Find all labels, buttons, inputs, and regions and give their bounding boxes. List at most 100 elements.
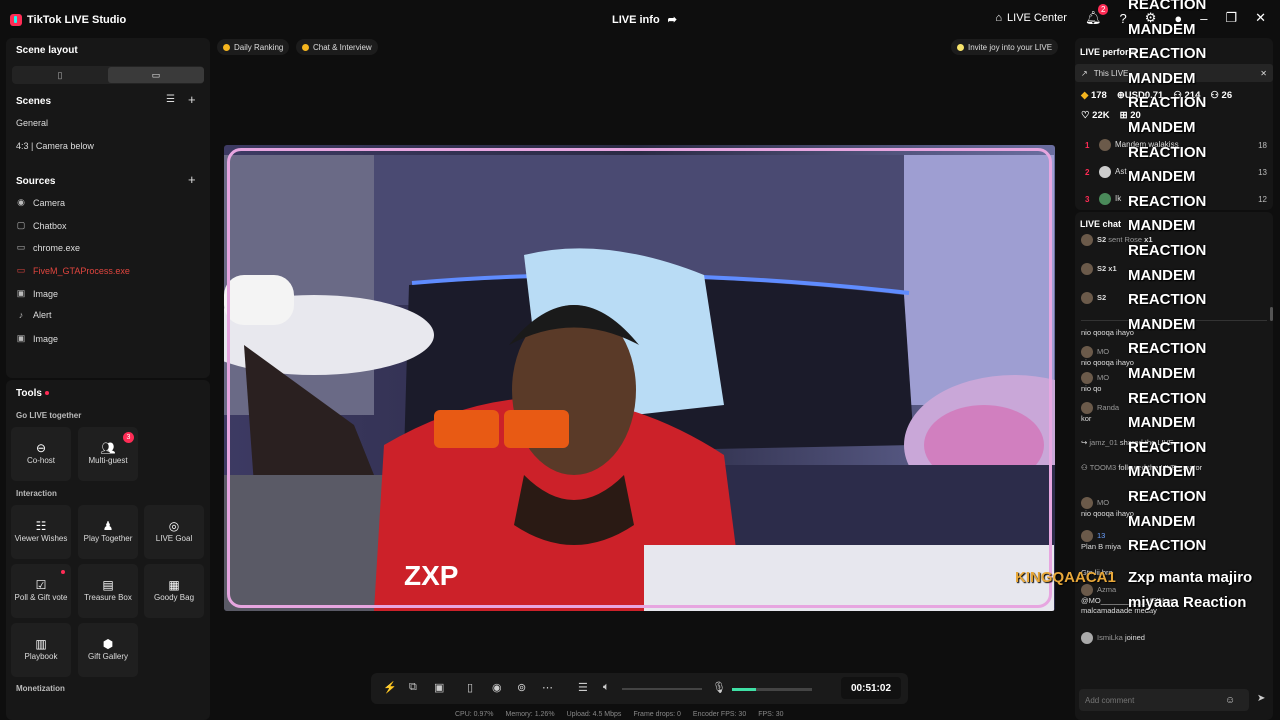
tool-label: Gift Gallery [87,651,128,661]
invite-joy-button[interactable]: Invite joy into your LIVE [951,39,1059,55]
avatar [1081,346,1093,358]
source-label: Camera [33,197,66,208]
duplicate-icon[interactable]: ⧉ [409,681,417,694]
chat-text: nio qo [1081,384,1102,393]
overlay-word: MANDEM [1128,414,1196,432]
coin-icon: ⊕ [1116,90,1125,101]
help-icon[interactable]: ? [1119,11,1126,26]
scene-item[interactable]: General [16,118,48,128]
avatar [1081,372,1093,384]
banner-text: This LIVE [1093,68,1129,78]
emoji-icon[interactable]: ☺ [1225,695,1235,706]
portrait-layout-button[interactable]: ▯ [12,67,108,83]
tool-label: Treasure Box [84,592,132,602]
send-icon[interactable]: ➤ [1257,693,1265,704]
gift-row: S2 x1 [1081,263,1117,275]
cohost-button[interactable]: ⊖ Co-host [11,427,71,481]
scene-item[interactable]: 4:3 | Camera below [16,141,94,151]
chat-text: kor [1081,414,1092,423]
tiktok-logo-icon [10,14,22,26]
live-goal-button[interactable]: ◎ LIVE Goal [144,505,204,559]
chat-text: nio qooqa ihayo [1081,509,1134,518]
live-center-button[interactable]: ⌂ LIVE Center [995,12,1067,24]
chat-message: nio qooqa ihayo [1081,328,1134,337]
overlay-word: REACTION [1128,45,1207,63]
wishes-icon: ☷ [35,518,47,533]
source-item-camera[interactable]: ◉ Camera [16,197,65,208]
restore-icon[interactable]: ❐ [1225,10,1237,26]
close-icon[interactable]: ✕ [1255,10,1266,26]
left-sidebar: Scene layout ▯ ▭ Scenes ☰ + General 4:3 … [0,38,212,720]
likes-value: 22K [1092,110,1110,121]
viewer-wishes-button[interactable]: ☷ Viewer Wishes [11,505,71,559]
chat-user: Azma [1097,584,1117,594]
mic-slider[interactable] [732,688,812,691]
overlay-word: REACTION [1128,94,1207,112]
source-item-image[interactable]: ▣ Image [16,288,58,299]
screen-icon[interactable]: ▣ [434,681,444,694]
tools-dot [45,391,49,395]
chat-scrollbar[interactable] [1270,307,1273,321]
camera-feed-image: ZXP [224,145,1055,611]
source-item-chrome[interactable]: ▭ chrome.exe [16,242,80,253]
avatar [1081,632,1093,644]
comment-input[interactable] [1085,695,1225,705]
source-item-fivem[interactable]: ▭ FiveM_GTAProcess.exe [16,265,130,276]
stream-icon[interactable]: ⊚ [517,681,526,694]
record-icon[interactable]: ◉ [492,681,502,694]
chat-interview-button[interactable]: Chat & Interview [296,39,378,55]
layout-toggle: ▯ ▭ [12,66,204,84]
overlay-word: MANDEM [1128,168,1196,186]
add-source-button[interactable]: + [188,172,196,187]
overlay-word: REACTION [1128,242,1207,259]
landscape-layout-button[interactable]: ▭ [108,67,204,83]
avatar [1081,292,1093,304]
ranking-row[interactable]: Ik [1099,193,1121,205]
daily-ranking-button[interactable]: Daily Ranking [217,39,290,55]
more-icon[interactable]: ⋯ [542,681,553,694]
avatar [1099,166,1111,178]
speaker-icon[interactable]: 🔈︎ [603,681,610,694]
ranking-row[interactable]: Ast [1099,166,1127,178]
source-item-chatbox[interactable]: ▢ Chatbox [16,220,67,231]
live-info-button[interactable]: LIVE info ➦ [612,13,677,27]
diamond-icon: ◆ [1081,90,1089,101]
cohost-icon: ⊖ [35,440,47,455]
image-icon: ▣ [16,288,26,298]
ranking-score: 18 [1258,141,1267,150]
gift-icon: ⊞ [1119,110,1128,121]
chat-text: nio qooqa ihayo [1081,358,1134,367]
tool-label: Goody Bag [153,592,195,602]
diamond-stat: ◆ 178 [1081,90,1107,101]
notifications-button[interactable]: 🔔︎ 2 [1085,4,1109,26]
playbook-button[interactable]: ▥ Playbook [11,623,71,677]
overlay-word: MANDEM [1128,512,1196,530]
microphone-icon[interactable]: 🎙︎ [712,681,726,694]
chat-user: MO [1097,346,1110,356]
sliders-icon[interactable]: ☰ [578,681,588,694]
goody-bag-button[interactable]: ▦ Goody Bag [144,564,204,618]
phone-icon[interactable]: ▯ [467,681,473,694]
image-icon: ▣ [16,333,26,343]
magic-wand-icon[interactable]: ⚡ [383,681,397,694]
likes-stat: ♡ 22K [1081,110,1110,121]
source-item-alert[interactable]: ♪ Alert [16,310,52,320]
stream-preview[interactable]: ZXP [224,145,1055,611]
source-label: Chatbox [33,220,67,231]
poll-icon: ☑ [35,577,47,592]
overlay-word: MANDEM [1128,20,1196,38]
memory-stat: Memory: 1.26% [505,711,555,718]
treasure-box-button[interactable]: ▤ Treasure Box [78,564,138,618]
multiguest-badge: 3 [123,432,134,443]
overlay-word: REACTION [1128,537,1207,555]
source-label: FiveM_GTAProcess.exe [33,265,130,276]
volume-slider[interactable] [622,688,702,690]
scene-layout-title: Scene layout [16,45,78,56]
add-scene-button[interactable]: + [188,92,196,107]
list-icon[interactable]: ☰ [166,94,175,105]
playbook-icon: ▥ [35,636,47,651]
gift-gallery-button[interactable]: ⬢ Gift Gallery [78,623,138,677]
source-item-image[interactable]: ▣ Image [16,333,58,344]
close-banner-icon[interactable]: ✕ [1260,69,1267,78]
play-together-button[interactable]: ♟ Play Together [78,505,138,559]
